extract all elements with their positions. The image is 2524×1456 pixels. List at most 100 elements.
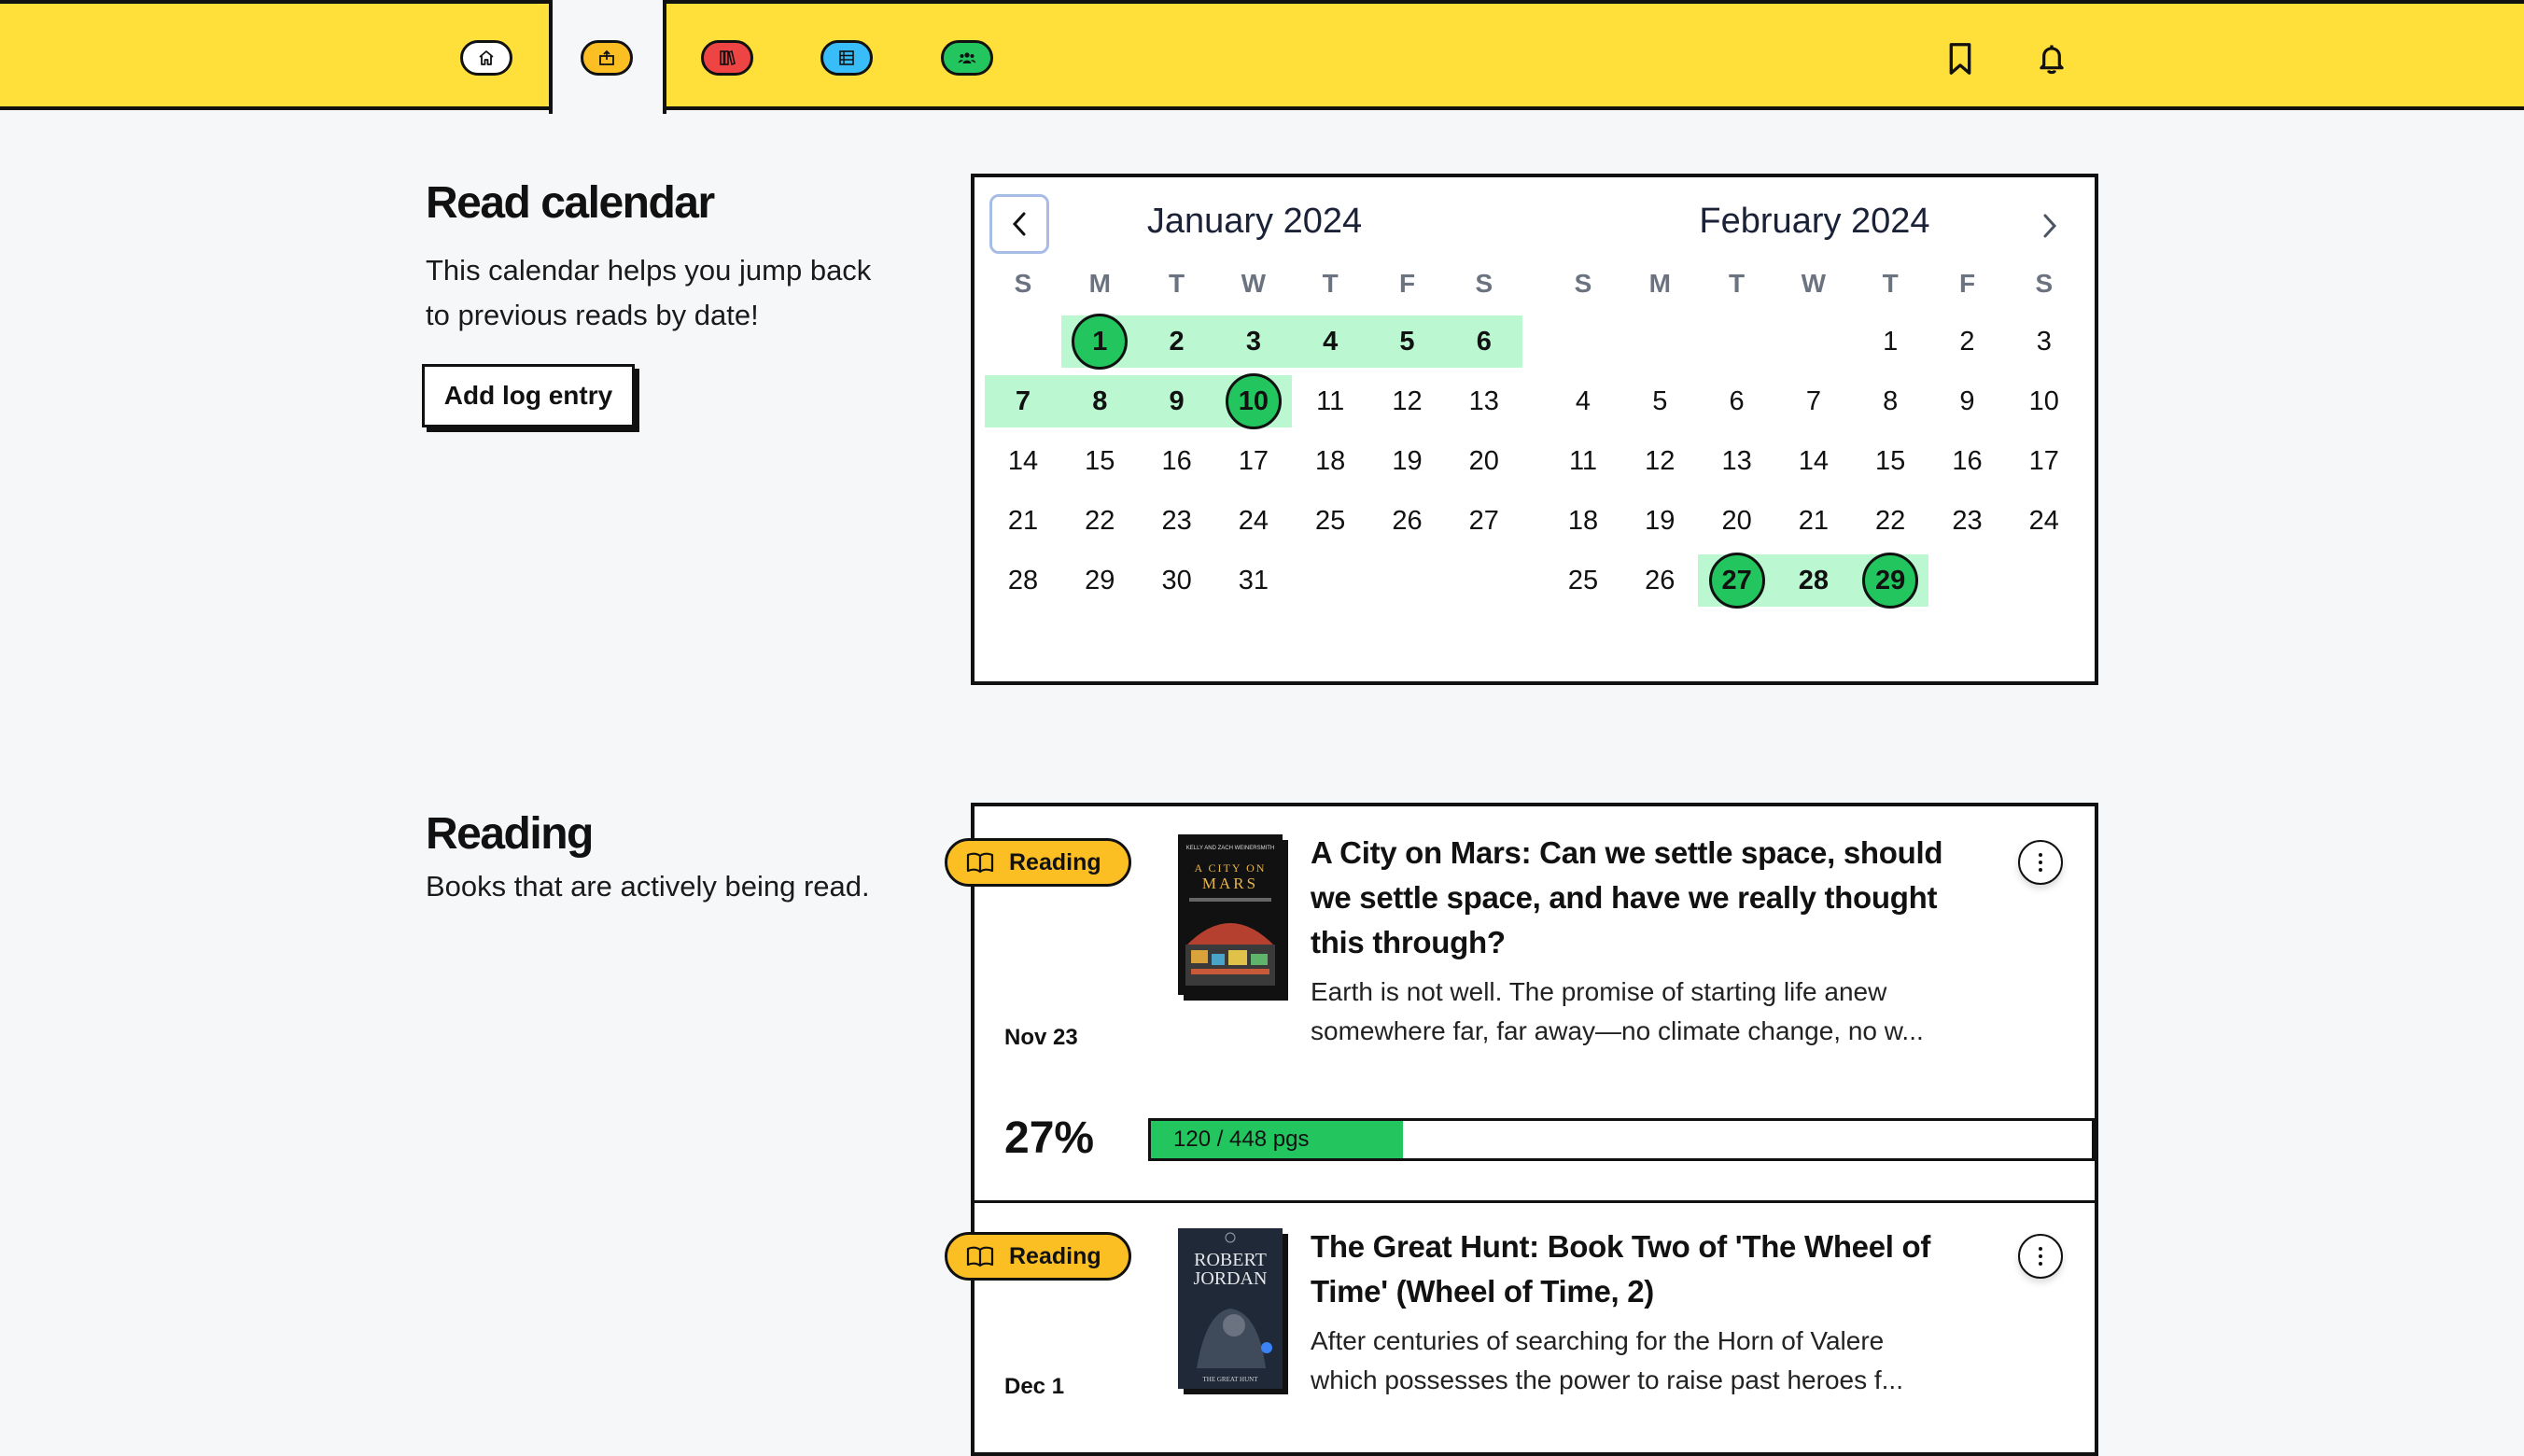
calendar-day-read[interactable]: 6 xyxy=(1456,314,1512,370)
calendar-day[interactable]: 20 xyxy=(1456,433,1512,489)
calendar-day[interactable]: 28 xyxy=(995,553,1051,609)
calendar-day[interactable]: 30 xyxy=(1149,553,1205,609)
read-calendar-description-line1: This calendar helps you jump back xyxy=(426,254,872,287)
calendar-day[interactable]: 14 xyxy=(995,433,1051,489)
calendar-day[interactable]: 15 xyxy=(1072,433,1128,489)
calendar-day[interactable]: 24 xyxy=(1226,493,1282,549)
reading-title: Reading xyxy=(426,809,594,859)
nav-lists-button[interactable] xyxy=(820,40,873,76)
calendar-day[interactable]: 11 xyxy=(1302,373,1358,429)
calendar-day[interactable]: 13 xyxy=(1709,433,1765,489)
calendar-day[interactable]: 12 xyxy=(1380,373,1436,429)
weekday-label: T xyxy=(1729,269,1746,298)
book-title-line3[interactable]: this through? xyxy=(1311,920,1983,965)
book-title-line1[interactable]: The Great Hunt: Book Two of 'The Wheel o… xyxy=(1311,1225,1983,1269)
weekday-label: S xyxy=(1014,269,1032,298)
nav-library-button[interactable] xyxy=(701,40,753,76)
calendar-day[interactable]: 18 xyxy=(1555,493,1611,549)
calendar-day[interactable]: 13 xyxy=(1456,373,1512,429)
calendar-day[interactable]: 17 xyxy=(1226,433,1282,489)
nav-home-button[interactable] xyxy=(460,40,512,76)
calendar-day-read[interactable]: 7 xyxy=(995,373,1051,429)
reading-status-badge[interactable]: Reading xyxy=(945,1232,1131,1281)
calendar-day[interactable]: 21 xyxy=(1786,493,1842,549)
calendar-day[interactable]: 25 xyxy=(1302,493,1358,549)
book-options-button[interactable] xyxy=(2018,1234,2063,1279)
bell-icon xyxy=(2040,45,2064,75)
calendar-day-read[interactable]: 10 xyxy=(1225,373,1282,429)
reading-status-label: Reading xyxy=(1009,848,1101,875)
calendar-day[interactable]: 26 xyxy=(1380,493,1436,549)
weekday-label: F xyxy=(1398,269,1416,298)
calendar-day[interactable]: 9 xyxy=(1940,373,1996,429)
progress-pages-label: 120 / 448 pgs xyxy=(1173,1127,1310,1152)
bookmark-button[interactable] xyxy=(1943,41,1977,77)
calendar-day[interactable]: 31 xyxy=(1226,553,1282,609)
calendar-day[interactable]: 20 xyxy=(1709,493,1765,549)
calendar-day-read[interactable]: 5 xyxy=(1380,314,1436,370)
calendar-day-read[interactable]: 28 xyxy=(1786,553,1842,609)
chevron-right-icon xyxy=(2043,214,2057,238)
top-nav-bar xyxy=(0,0,2524,110)
calendar-day-read[interactable]: 3 xyxy=(1226,314,1282,370)
book-title-line2[interactable]: Time' (Wheel of Time, 2) xyxy=(1311,1269,1983,1314)
calendar-day-read[interactable]: 29 xyxy=(1862,553,1919,609)
calendar-day[interactable]: 18 xyxy=(1302,433,1358,489)
calendar-day-read[interactable]: 9 xyxy=(1149,373,1205,429)
calendar-day[interactable]: 12 xyxy=(1632,433,1688,489)
nav-friends-button[interactable] xyxy=(941,40,993,76)
nav-log-button[interactable] xyxy=(581,40,633,76)
calendar-day[interactable]: 24 xyxy=(2016,493,2072,549)
calendar-day[interactable]: 1 xyxy=(1862,314,1918,370)
calendar-day-read[interactable]: 27 xyxy=(1708,553,1765,609)
prev-month-button[interactable] xyxy=(989,194,1049,254)
calendar-day-read[interactable]: 4 xyxy=(1302,314,1358,370)
open-book-icon xyxy=(966,852,994,874)
calendar-day[interactable]: 7 xyxy=(1786,373,1842,429)
calendar-day[interactable]: 10 xyxy=(2016,373,2072,429)
calendar-day[interactable]: 22 xyxy=(1862,493,1918,549)
calendar-day[interactable]: 8 xyxy=(1862,373,1918,429)
calendar-day[interactable]: 6 xyxy=(1709,373,1765,429)
calendar-day[interactable]: 16 xyxy=(1149,433,1205,489)
calendar-day[interactable]: 23 xyxy=(1149,493,1205,549)
people-icon xyxy=(958,52,976,63)
calendar-day[interactable]: 2 xyxy=(1940,314,1996,370)
calendar-day[interactable]: 14 xyxy=(1786,433,1842,489)
calendar-day[interactable]: 3 xyxy=(2016,314,2072,370)
calendar-day-read[interactable]: 1 xyxy=(1072,314,1129,370)
calendar-day-read[interactable]: 8 xyxy=(1072,373,1128,429)
cover-author-2: JORDAN xyxy=(1194,1268,1268,1289)
calendar-day[interactable]: 27 xyxy=(1456,493,1512,549)
book-title-line2[interactable]: we settle space, and have we really thou… xyxy=(1311,875,1983,920)
add-log-entry-button[interactable]: Add log entry xyxy=(422,364,635,427)
calendar-day[interactable]: 19 xyxy=(1632,493,1688,549)
reading-status-badge[interactable]: Reading xyxy=(945,838,1131,887)
calendar-day[interactable]: 5 xyxy=(1632,373,1688,429)
book-options-button[interactable] xyxy=(2018,840,2063,885)
calendar-day[interactable]: 17 xyxy=(2016,433,2072,489)
calendar-day[interactable]: 16 xyxy=(1940,433,1996,489)
next-month-button[interactable] xyxy=(2024,200,2076,252)
calendar-day[interactable]: 26 xyxy=(1632,553,1688,609)
book-cover-city-on-mars[interactable]: KELLY AND ZACH WEINERSMITH A CITY ON MAR… xyxy=(1178,834,1283,995)
read-calendar-description-line2: to previous reads by date! xyxy=(426,299,759,331)
calendar-day-read[interactable]: 2 xyxy=(1149,314,1205,370)
calendar-day[interactable]: 15 xyxy=(1862,433,1918,489)
calendar-day[interactable]: 21 xyxy=(995,493,1051,549)
calendar-day[interactable]: 4 xyxy=(1555,373,1611,429)
book-description-line2: somewhere far, far away—no climate chang… xyxy=(1311,1016,1924,1045)
book-cover-great-hunt[interactable]: ROBERT JORDAN THE GREAT HUNT xyxy=(1178,1228,1283,1389)
calendar-day[interactable]: 22 xyxy=(1072,493,1128,549)
book-divider xyxy=(971,1200,2098,1203)
progress-bar[interactable]: 120 / 448 pgs xyxy=(1148,1118,2095,1161)
calendar-day[interactable]: 25 xyxy=(1555,553,1611,609)
calendar-day[interactable]: 23 xyxy=(1940,493,1996,549)
calendar-day[interactable]: 11 xyxy=(1555,433,1611,489)
book-title-line1[interactable]: A City on Mars: Can we settle space, sho… xyxy=(1311,831,1983,875)
calendar-day[interactable]: 19 xyxy=(1380,433,1436,489)
open-book-icon xyxy=(966,1246,994,1267)
calendar-day[interactable]: 29 xyxy=(1072,553,1128,609)
notifications-button[interactable] xyxy=(2035,41,2068,77)
book-description-line1: After centuries of searching for the Hor… xyxy=(1311,1326,1885,1355)
